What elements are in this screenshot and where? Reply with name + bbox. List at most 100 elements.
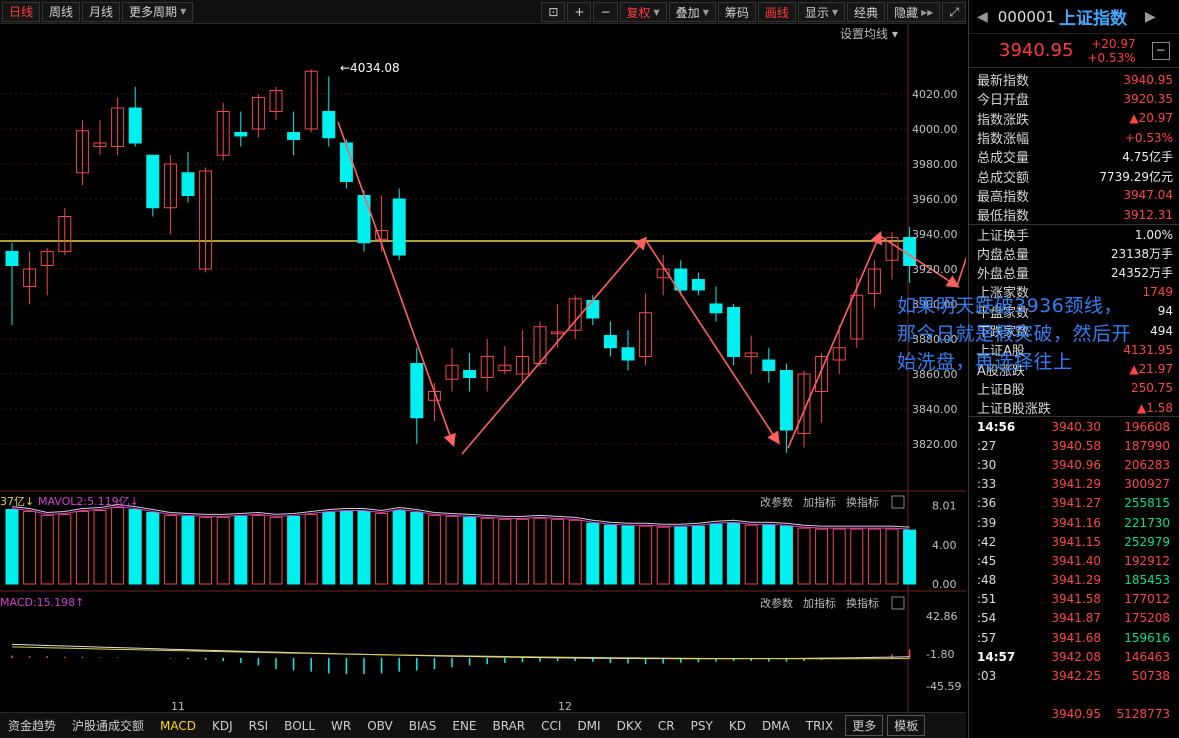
draw-line-label: 画线: [764, 5, 789, 20]
indicator-tab[interactable]: BOLL: [276, 719, 323, 733]
macd-action-button[interactable]: 改参数: [760, 596, 793, 610]
indicator-tab[interactable]: MACD: [152, 719, 204, 733]
candle-body: [779, 370, 793, 431]
stat-value: 3912.31: [1123, 207, 1173, 222]
indicator-tab[interactable]: 资金趋势: [0, 717, 64, 734]
volume-bar: [23, 510, 37, 585]
candle-body: [691, 279, 705, 291]
change-percent: +0.53%: [1087, 50, 1136, 65]
indicator-tab[interactable]: CCI: [533, 719, 569, 733]
macd-legend: MACD:15.198↑: [0, 596, 84, 609]
tick-time: :42: [977, 534, 997, 549]
fullscreen-icon[interactable]: ⤢: [942, 2, 966, 22]
indicator-tab[interactable]: KDJ: [204, 719, 241, 733]
candle-body: [357, 195, 371, 244]
adjust-dropdown[interactable]: 复权 ▼: [619, 2, 667, 22]
indicator-tab[interactable]: 模板: [887, 715, 926, 736]
next-stock-icon[interactable]: ▶: [1145, 9, 1156, 25]
volume-bar: [93, 510, 107, 585]
volume-action-button[interactable]: 换指标: [846, 495, 879, 509]
chart-tools: ⊡ + − 复权 ▼ 叠加 ▼ 筹码 画线 显示 ▼ 经典 隐藏 ▶▶ ⤢: [539, 2, 966, 22]
stat-value: +0.53%: [1124, 130, 1173, 145]
stat-label: 上证B股涨跌: [977, 402, 1051, 418]
more-periods-dropdown[interactable]: 更多周期 ▼: [122, 1, 194, 22]
indicator-tab[interactable]: OBV: [359, 719, 401, 733]
tick-volume: 252979: [1124, 534, 1170, 549]
trend-arrow: [787, 231, 883, 449]
stat-row: 上证B股涨跌 ▲1.58: [969, 398, 1179, 418]
stat-label: 今日开盘: [977, 93, 1030, 109]
prev-stock-icon[interactable]: ◀: [977, 9, 988, 25]
volume-bar: [75, 510, 89, 585]
tick-list[interactable]: 14:56 3940.30 196608:27 3940.58 187990:30 394…: [969, 416, 1179, 724]
volume-bar: [251, 514, 265, 585]
tick-row: 14:57 3942.08 146463: [969, 647, 1179, 666]
zoom-out-icon[interactable]: −: [593, 2, 618, 22]
volume-action-button[interactable]: 改参数: [760, 495, 793, 509]
stat-value: 1.00%: [1134, 227, 1173, 242]
hide-button[interactable]: 隐藏 ▶▶: [887, 2, 941, 22]
volume-bar: [463, 516, 477, 585]
zoom-in-icon[interactable]: +: [567, 2, 592, 22]
indicator-tab[interactable]: BRAR: [485, 719, 534, 733]
change-value: +20.97: [1091, 36, 1136, 51]
indicator-tab[interactable]: BIAS: [401, 719, 445, 733]
tab-monthly[interactable]: 月线: [82, 1, 121, 22]
volume-bar: [392, 510, 406, 585]
candle-body: [322, 111, 336, 139]
stat-value: 4.75亿手: [1122, 150, 1173, 165]
tab-daily[interactable]: 日线: [2, 1, 41, 22]
indicator-tab[interactable]: 沪股通成交额: [64, 717, 152, 734]
tick-volume: 196608: [1124, 419, 1170, 434]
indicator-tab[interactable]: ENE: [444, 719, 484, 733]
macd-tick-label: -45.59: [926, 680, 961, 693]
collapse-icon[interactable]: −: [1151, 41, 1170, 60]
macd-action-button[interactable]: 加指标: [803, 596, 836, 610]
candle-body: [128, 107, 142, 144]
display-dropdown[interactable]: 显示 ▼: [797, 2, 846, 22]
ma-settings-button[interactable]: 设置均线 ▾: [840, 27, 898, 41]
draw-line-button[interactable]: 画线: [757, 2, 796, 22]
tab-weekly[interactable]: 周线: [42, 1, 81, 22]
indicator-tab[interactable]: PSY: [683, 719, 721, 733]
trend-arrow: [337, 121, 456, 448]
stat-label: 上证B股: [977, 382, 1025, 398]
chip-button[interactable]: 筹码: [717, 2, 756, 22]
tick-time: :54: [977, 611, 997, 626]
volume-legend-b: MAVOL2:5.119亿↓: [38, 495, 139, 508]
stock-chart[interactable]: 4020.00 4000.00 3980.00 3960.00 3940.00 3920.…: [0, 24, 966, 714]
tick-price: 3941.15: [1051, 534, 1101, 549]
volume-bar: [709, 523, 723, 585]
volume-bar: [551, 518, 565, 585]
stat-row: 内盘总量 23138万手: [969, 244, 1179, 263]
indicator-tab[interactable]: DMA: [754, 719, 798, 733]
volume-bar: [885, 528, 899, 585]
volume-bar: [797, 527, 811, 585]
indicator-tab[interactable]: KD: [721, 719, 754, 733]
indicator-tab[interactable]: WR: [323, 719, 359, 733]
tick-row: 3940.95 5128773: [969, 705, 1179, 724]
classic-button[interactable]: 经典: [847, 2, 886, 22]
indicator-tab[interactable]: DMI: [569, 719, 608, 733]
tick-row: 14:56 3940.30 196608: [969, 417, 1179, 436]
indicator-tab[interactable]: TRIX: [798, 719, 841, 733]
indicator-tab[interactable]: 更多: [845, 715, 884, 736]
stat-label: 上证换手: [977, 229, 1030, 245]
price-tick-label: 3940.00: [912, 228, 958, 241]
price-tick-label: 3840.00: [912, 403, 958, 416]
price-change: +20.97 +0.53%: [1087, 37, 1135, 65]
macd-action-button[interactable]: 换指标: [846, 596, 879, 610]
stat-value: 3940.95: [1123, 72, 1173, 87]
tick-price: 3941.16: [1051, 515, 1101, 530]
lock-icon[interactable]: ⊡: [541, 2, 566, 22]
tick-time: :57: [977, 630, 997, 645]
indicator-tab[interactable]: CR: [650, 719, 683, 733]
indicator-tab[interactable]: DKX: [609, 719, 650, 733]
indicator-tab[interactable]: RSI: [241, 719, 277, 733]
volume-bar: [656, 526, 670, 585]
tick-row: [969, 686, 1179, 705]
adjust-label: 复权: [626, 5, 651, 20]
overlay-dropdown[interactable]: 叠加 ▼: [668, 2, 716, 22]
volume-action-button[interactable]: 加指标: [803, 495, 836, 509]
period-toolbar: 日线 周线 月线 更多周期 ▼ ⊡ + − 复权 ▼ 叠加 ▼ 筹码 画线 显示 ▼ 经…: [0, 0, 966, 24]
